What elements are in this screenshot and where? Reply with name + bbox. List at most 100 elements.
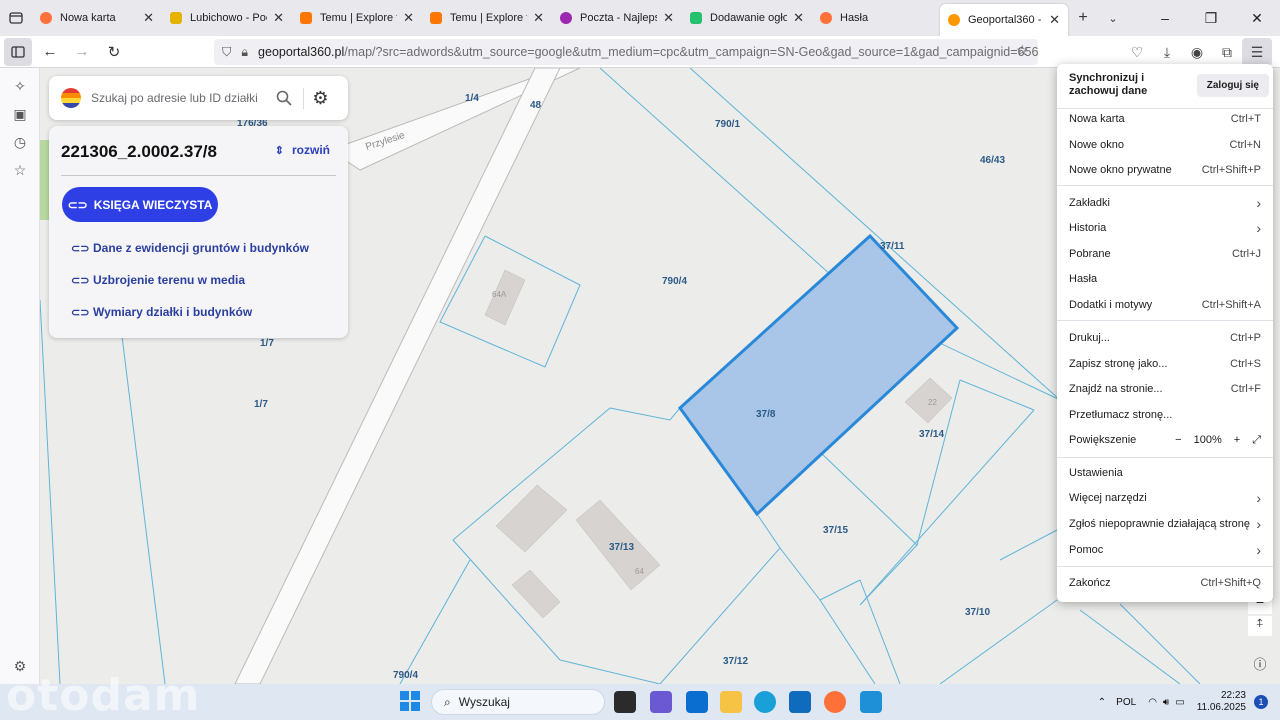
account-icon[interactable]: ◉ bbox=[1182, 38, 1212, 66]
tab-hasla[interactable]: Hasła bbox=[812, 0, 940, 36]
search-icon[interactable] bbox=[269, 90, 299, 106]
back-icon[interactable]: ← bbox=[36, 38, 64, 66]
tab-temu-1[interactable]: Temu | Explore the L ✕ bbox=[292, 0, 422, 36]
tab-nowa-karta[interactable]: Nowa karta ✕ bbox=[32, 0, 162, 36]
menu-item-print[interactable]: Drukuj... Ctrl+P bbox=[1069, 327, 1261, 349]
notification-badge[interactable]: 1 bbox=[1254, 695, 1268, 709]
downloads-icon[interactable]: ⤓ bbox=[1152, 38, 1182, 66]
clock[interactable]: 22:23 11.06.2025 bbox=[1197, 690, 1246, 714]
close-window-icon[interactable]: ✕ bbox=[1234, 0, 1280, 36]
chevron-down-icon[interactable]: ⌄ bbox=[1098, 12, 1128, 25]
menu-item-downloads[interactable]: Pobrane Ctrl+J bbox=[1069, 243, 1261, 265]
menu-item-settings[interactable]: Ustawienia bbox=[1069, 462, 1261, 484]
forward-icon[interactable]: → bbox=[68, 38, 96, 66]
menu-shortcut: Ctrl+T bbox=[1230, 113, 1261, 125]
teams-icon[interactable] bbox=[650, 691, 672, 713]
menu-item-find[interactable]: Znajdź na stronie... Ctrl+F bbox=[1069, 378, 1261, 400]
close-icon[interactable]: ✕ bbox=[273, 10, 284, 26]
tab-dodawanie[interactable]: Dodawanie ogłosze ✕ bbox=[682, 0, 812, 36]
parcel-label: 1/7 bbox=[254, 399, 268, 410]
link-uzbrojenie[interactable]: ⊂⊃ Uzbrojenie terenu w media bbox=[71, 273, 245, 287]
minimize-icon[interactable]: – bbox=[1142, 0, 1188, 36]
info-icon[interactable]: ⓘ bbox=[1248, 654, 1272, 674]
menu-shortcut: Ctrl+P bbox=[1230, 332, 1261, 344]
menu-item-passwords[interactable]: Hasła bbox=[1069, 268, 1261, 290]
menu-item-save-page[interactable]: Zapisz stronę jako... Ctrl+S bbox=[1069, 353, 1261, 375]
chevron-up-icon[interactable]: ⌃ bbox=[1098, 697, 1106, 708]
bookmark-star-icon[interactable]: ☆ bbox=[1016, 42, 1029, 59]
close-icon[interactable]: ✕ bbox=[663, 10, 674, 26]
tab-lubichowo[interactable]: Lubichowo - Poczta ✕ bbox=[162, 0, 292, 36]
task-view-icon[interactable] bbox=[614, 691, 636, 713]
store-icon[interactable] bbox=[789, 691, 811, 713]
file-explorer-icon[interactable] bbox=[720, 691, 742, 713]
extensions-icon[interactable]: ⧉ bbox=[1212, 38, 1242, 66]
expand-button[interactable]: ⇕ rozwiń bbox=[275, 143, 330, 157]
tab-temu-2[interactable]: Temu | Explore the L ✕ bbox=[422, 0, 552, 36]
windows-start-icon[interactable] bbox=[400, 691, 420, 711]
zoom-out-button[interactable]: − bbox=[1175, 434, 1181, 446]
menu-item-translate[interactable]: Przetłumacz stronę... bbox=[1069, 404, 1261, 426]
search-input[interactable]: Szukaj po adresie lub ID działki ... bbox=[91, 91, 261, 105]
land-register-button[interactable]: ⊂⊃ KSIĘGA WIECZYSTA bbox=[62, 187, 218, 222]
mail-icon bbox=[170, 12, 182, 24]
menu-item-bookmarks[interactable]: Zakładki › bbox=[1069, 192, 1261, 214]
building-number: 64A bbox=[492, 290, 507, 299]
menu-item-addons[interactable]: Dodatki i motywy Ctrl+Shift+A bbox=[1069, 294, 1261, 316]
zoom-app-icon[interactable] bbox=[686, 691, 708, 713]
tab-poczta[interactable]: Poczta - Najlepsza P ✕ bbox=[552, 0, 682, 36]
volume-icon[interactable]: 🔊︎ bbox=[1163, 697, 1169, 708]
taskbar-search[interactable]: ⌕ Wyszukaj bbox=[431, 689, 605, 715]
menu-icon[interactable]: ☰ bbox=[1242, 38, 1272, 66]
pocket-icon[interactable]: ♡ bbox=[1122, 38, 1152, 66]
menu-item-private-window[interactable]: Nowe okno prywatne Ctrl+Shift+P bbox=[1069, 159, 1261, 181]
firefox-taskbar-icon[interactable] bbox=[824, 691, 846, 713]
link-wymiary[interactable]: ⊂⊃ Wymiary działki i budynków bbox=[71, 305, 252, 319]
menu-item-quit[interactable]: Zakończ Ctrl+Shift+Q bbox=[1069, 572, 1261, 594]
menu-item-help[interactable]: Pomoc › bbox=[1069, 539, 1261, 561]
menu-label: Drukuj... bbox=[1069, 332, 1110, 344]
login-button[interactable]: Zaloguj się bbox=[1196, 74, 1269, 97]
search-panel: Szukaj po adresie lub ID działki ... ⚙ bbox=[49, 76, 348, 120]
compass-icon[interactable]: ⍏ bbox=[1248, 616, 1272, 636]
parcel-label: 37/15 bbox=[823, 525, 849, 536]
lock-icon[interactable]: 🔒︎ bbox=[241, 45, 248, 60]
battery-icon[interactable]: ▭ bbox=[1175, 697, 1184, 708]
shield-icon[interactable]: ⛉ bbox=[222, 45, 231, 60]
bookmarks-icon[interactable]: ☆ bbox=[0, 156, 40, 184]
new-tab-button[interactable]: + bbox=[1068, 9, 1098, 27]
ai-chat-icon[interactable]: ✧ bbox=[0, 72, 40, 100]
menu-item-zoom: Powiększenie − 100% + ⤢ bbox=[1069, 429, 1261, 451]
close-icon[interactable]: ✕ bbox=[403, 10, 414, 26]
parcel-label: 1/4 bbox=[465, 93, 479, 104]
settings-gear-icon[interactable]: ⚙ bbox=[303, 87, 333, 109]
close-icon[interactable]: ✕ bbox=[533, 10, 544, 26]
menu-item-report-site[interactable]: Zgłoś niepoprawnie działającą stronę › bbox=[1069, 513, 1261, 535]
edge-icon[interactable] bbox=[754, 691, 776, 713]
sidebar-toggle-icon[interactable] bbox=[4, 37, 32, 66]
wifi-icon[interactable]: ◠ bbox=[1148, 697, 1157, 708]
menu-item-more-tools[interactable]: Więcej narzędzi › bbox=[1069, 487, 1261, 509]
zoom-value[interactable]: 100% bbox=[1194, 434, 1222, 446]
divider bbox=[1057, 457, 1273, 458]
tab-list-icon[interactable] bbox=[0, 0, 32, 36]
zoom-in-button[interactable]: + bbox=[1234, 434, 1240, 446]
fullscreen-icon[interactable]: ⤢ bbox=[1252, 434, 1261, 447]
menu-item-history[interactable]: Historia › bbox=[1069, 217, 1261, 239]
link-ewidencja[interactable]: ⊂⊃ Dane z ewidencji gruntów i budynków bbox=[71, 241, 309, 255]
menu-item-new-tab[interactable]: Nowa karta Ctrl+T bbox=[1069, 108, 1261, 130]
restore-icon[interactable]: ❐ bbox=[1188, 0, 1234, 36]
menu-item-new-window[interactable]: Nowe okno Ctrl+N bbox=[1069, 134, 1261, 156]
close-icon[interactable]: ✕ bbox=[1049, 12, 1060, 28]
photos-icon[interactable] bbox=[860, 691, 882, 713]
url-bar[interactable]: ⛉ 🔒︎ geoportal360.pl /map/?src=adwords&u… bbox=[214, 39, 1038, 65]
language-indicator[interactable]: POL bbox=[1116, 697, 1136, 708]
reload-icon[interactable]: ↻ bbox=[100, 38, 128, 66]
history-icon[interactable]: ◷ bbox=[0, 128, 40, 156]
close-icon[interactable]: ✕ bbox=[143, 10, 154, 26]
synced-tabs-icon[interactable]: ▣ bbox=[0, 100, 40, 128]
parcel-label: 790/1 bbox=[715, 119, 741, 130]
tab-geoportal[interactable]: Geoportal360 - Map ✕ bbox=[940, 4, 1068, 36]
close-icon[interactable]: ✕ bbox=[793, 10, 804, 26]
tab-label: Temu | Explore the L bbox=[320, 12, 397, 24]
